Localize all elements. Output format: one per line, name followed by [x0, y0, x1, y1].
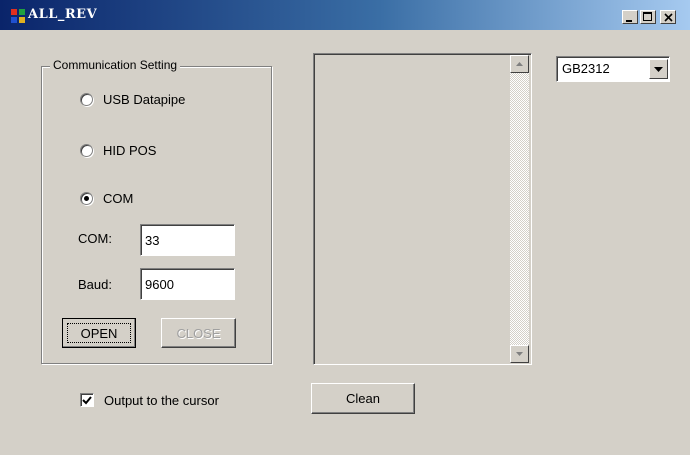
clean-button-label: Clean — [346, 391, 380, 406]
open-button[interactable]: OPEN — [62, 318, 136, 348]
output-to-cursor-label: Output to the cursor — [104, 393, 219, 408]
arrow-up-icon — [516, 62, 523, 66]
hid-pos-radio[interactable] — [80, 144, 93, 157]
encoding-select[interactable]: GB2312 — [556, 56, 670, 82]
usb-datapipe-radio[interactable] — [80, 93, 93, 106]
title-bar[interactable]: ALL_REV — [0, 0, 690, 30]
app-icon — [11, 9, 25, 23]
output-listbox[interactable] — [313, 53, 532, 365]
radio-selected-dot — [84, 196, 89, 201]
checkmark-icon — [82, 396, 92, 405]
arrow-down-icon — [516, 352, 523, 356]
com-radio-label: COM — [103, 191, 134, 206]
clean-button[interactable]: Clean — [311, 383, 415, 414]
communication-setting-title: Communication Setting — [50, 58, 181, 72]
close-window-button[interactable] — [660, 10, 676, 24]
scroll-up-button[interactable] — [510, 55, 529, 73]
app-window: ALL_REV Communication Setting USB Datapi… — [0, 0, 690, 455]
hid-pos-label: HID POS — [103, 143, 157, 158]
minimize-button[interactable] — [622, 10, 638, 24]
close-port-button[interactable]: CLOSE — [161, 318, 236, 348]
chevron-down-icon — [654, 67, 663, 72]
focus-rectangle — [67, 323, 131, 343]
baud-input[interactable] — [140, 268, 235, 300]
baud-label: Baud: — [78, 277, 112, 292]
scroll-down-button[interactable] — [510, 345, 529, 363]
maximize-button[interactable] — [640, 10, 656, 24]
com-port-input[interactable] — [140, 224, 235, 256]
encoding-dropdown-button[interactable] — [649, 59, 668, 79]
close-port-button-label: CLOSE — [176, 325, 221, 341]
window-title: ALL_REV — [28, 7, 98, 22]
maximize-icon — [643, 12, 652, 21]
vertical-scrollbar[interactable] — [510, 55, 529, 363]
output-to-cursor-checkbox[interactable] — [80, 393, 94, 407]
com-radio[interactable] — [80, 192, 93, 205]
minimize-icon — [626, 20, 632, 22]
usb-datapipe-label: USB Datapipe — [103, 92, 186, 107]
com-port-label: COM: — [78, 231, 112, 246]
close-icon — [664, 13, 673, 22]
encoding-selected-value: GB2312 — [562, 61, 610, 76]
